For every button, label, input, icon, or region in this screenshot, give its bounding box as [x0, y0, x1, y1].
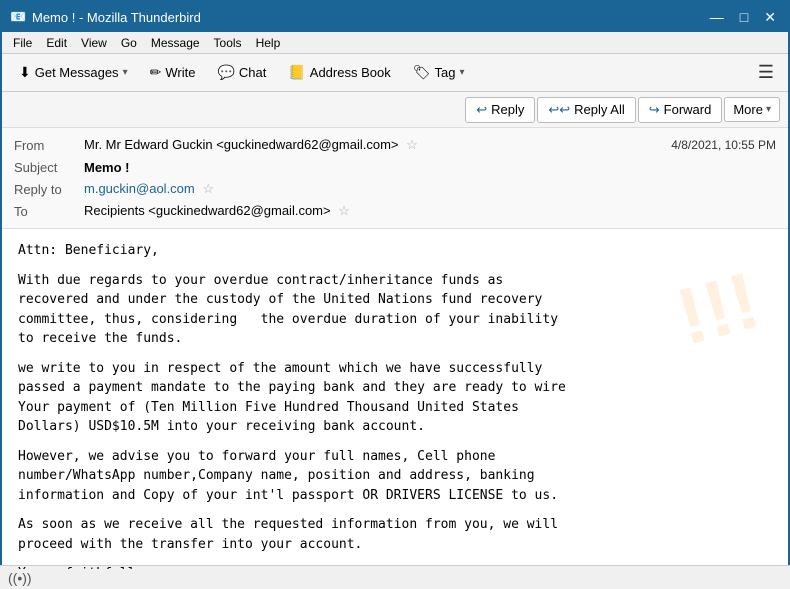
email-header: From Mr. Mr Edward Guckin <guckinedward6… — [2, 128, 788, 229]
from-star-icon[interactable]: ☆ — [406, 137, 418, 152]
app-icon: 📧 — [10, 9, 26, 25]
body-paragraph-2: With due regards to your overdue contrac… — [18, 271, 772, 349]
window-controls[interactable]: — □ ✕ — [706, 10, 780, 24]
reply-to-row: Reply to m.guckin@aol.com ☆ — [14, 178, 776, 200]
reply-to-link[interactable]: m.guckin@aol.com — [84, 181, 195, 196]
maximize-button[interactable]: □ — [736, 10, 752, 24]
to-star-icon[interactable]: ☆ — [338, 203, 350, 218]
email-date: 4/8/2021, 10:55 PM — [671, 138, 776, 152]
reply-to-star-icon[interactable]: ☆ — [202, 181, 214, 196]
address-book-icon: 📒 — [288, 64, 305, 81]
more-dropdown-arrow: ▾ — [766, 104, 771, 115]
close-button[interactable]: ✕ — [760, 10, 780, 24]
tag-dropdown-arrow[interactable]: ▾ — [459, 67, 464, 78]
forward-icon: ↪ — [649, 102, 660, 118]
from-value: Mr. Mr Edward Guckin <guckinedward62@gma… — [84, 137, 671, 153]
toolbar: ⬇ Get Messages ▾ ✏ Write 💬 Chat 📒 Addres… — [2, 54, 788, 92]
menu-edit[interactable]: Edit — [41, 35, 72, 51]
title-bar: 📧 Memo ! - Mozilla Thunderbird — □ ✕ — [2, 2, 788, 32]
chat-icon: 💬 — [217, 64, 234, 81]
from-row: From Mr. Mr Edward Guckin <guckinedward6… — [14, 134, 776, 156]
address-book-button[interactable]: 📒 Address Book — [279, 60, 399, 85]
subject-value: Memo ! — [84, 160, 776, 175]
body-paragraph-4: However, we advise you to forward your f… — [18, 447, 772, 506]
forward-button[interactable]: ↪ Forward — [638, 97, 723, 123]
chat-button[interactable]: 💬 Chat — [208, 60, 275, 85]
connection-status-icon: ((•)) — [8, 570, 32, 586]
menu-bar: File Edit View Go Message Tools Help — [2, 32, 788, 54]
menu-help[interactable]: Help — [251, 35, 286, 51]
to-row: To Recipients <guckinedward62@gmail.com>… — [14, 200, 776, 222]
tag-button[interactable]: 🏷 Tag ▾ — [404, 60, 474, 85]
write-button[interactable]: ✏ Write — [141, 60, 205, 85]
menu-view[interactable]: View — [76, 35, 112, 51]
reply-to-label: Reply to — [14, 182, 84, 197]
tag-icon: 🏷 — [413, 64, 431, 81]
get-messages-icon: ⬇ — [19, 64, 31, 81]
reply-all-button[interactable]: ↩↩ Reply All — [537, 97, 635, 123]
get-messages-dropdown-arrow[interactable]: ▾ — [123, 67, 128, 78]
to-label: To — [14, 204, 84, 219]
reply-all-icon: ↩↩ — [548, 102, 570, 118]
reply-icon: ↩ — [476, 102, 487, 118]
hamburger-menu-button[interactable]: ☰ — [752, 60, 780, 85]
action-bar: ↩ Reply ↩↩ Reply All ↪ Forward More ▾ — [2, 92, 788, 128]
reply-button[interactable]: ↩ Reply — [465, 97, 535, 123]
get-messages-button[interactable]: ⬇ Get Messages ▾ — [10, 60, 137, 85]
menu-file[interactable]: File — [8, 35, 37, 51]
subject-label: Subject — [14, 160, 84, 175]
menu-message[interactable]: Message — [146, 35, 205, 51]
reply-to-value: m.guckin@aol.com ☆ — [84, 181, 776, 197]
more-button[interactable]: More ▾ — [724, 97, 780, 122]
menu-tools[interactable]: Tools — [209, 35, 247, 51]
from-label: From — [14, 138, 84, 153]
menu-go[interactable]: Go — [116, 35, 142, 51]
email-body: !!! Attn: Beneficiary, With due regards … — [2, 229, 788, 569]
body-paragraph-5: As soon as we receive all the requested … — [18, 515, 772, 554]
minimize-button[interactable]: — — [706, 10, 728, 24]
window-title: Memo ! - Mozilla Thunderbird — [32, 10, 201, 25]
to-value: Recipients <guckinedward62@gmail.com> ☆ — [84, 203, 776, 219]
subject-row: Subject Memo ! — [14, 156, 776, 178]
body-paragraph-3: we write to you in respect of the amount… — [18, 359, 772, 437]
body-paragraph-1: Attn: Beneficiary, — [18, 241, 772, 261]
body-paragraph-6: Yours faithfully, — [18, 564, 772, 569]
write-icon: ✏ — [150, 64, 162, 81]
